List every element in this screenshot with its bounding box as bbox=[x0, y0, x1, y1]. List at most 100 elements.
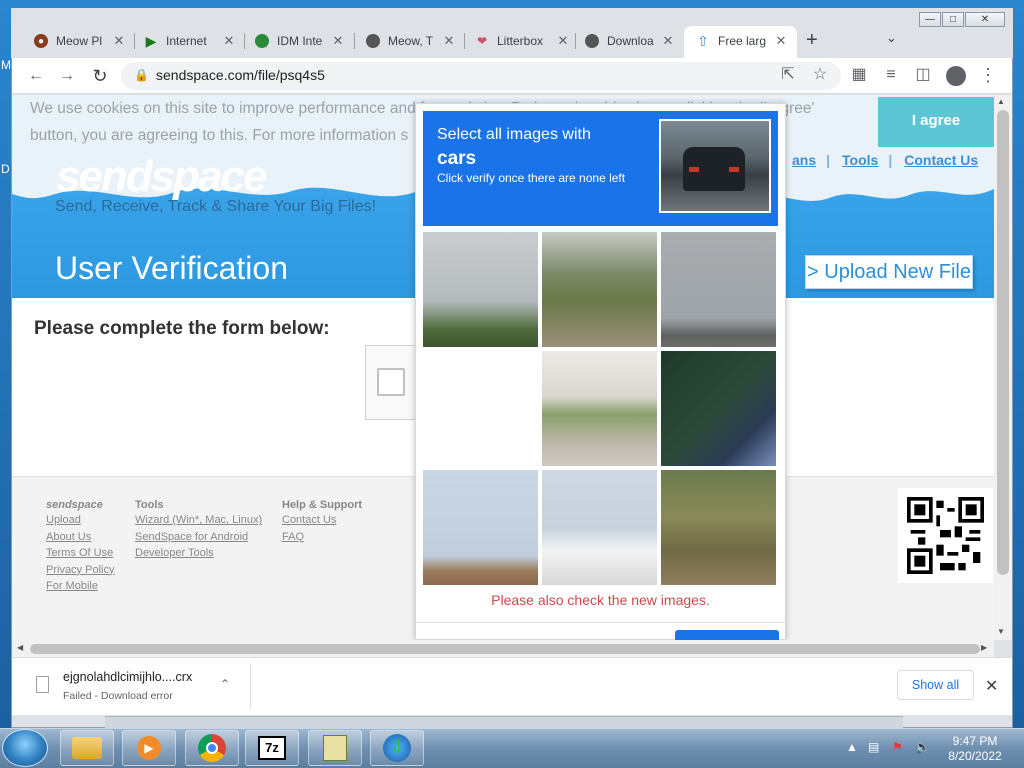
tab-litterbox[interactable]: ❤ Litterbox ✕ bbox=[475, 30, 570, 52]
close-window-button[interactable]: ✕ bbox=[965, 12, 1005, 27]
tab-title: Meow Pl bbox=[56, 34, 103, 48]
upload-arrow-icon: ⇧ bbox=[697, 32, 709, 49]
scroll-left-arrow-icon[interactable]: ◀ bbox=[17, 643, 23, 652]
footer-link-terms[interactable]: Terms Of Use bbox=[46, 545, 114, 562]
close-tab-icon[interactable]: ✕ bbox=[661, 33, 675, 49]
system-clock[interactable]: 9:47 PM 8/20/2022 bbox=[940, 734, 1010, 764]
agree-button[interactable]: I agree bbox=[878, 97, 994, 147]
scroll-up-arrow-icon[interactable]: ▲ bbox=[997, 97, 1005, 106]
footer-link-developer[interactable]: Developer Tools bbox=[135, 545, 262, 562]
close-tab-icon[interactable]: ✕ bbox=[222, 33, 236, 49]
menu-kebab-icon[interactable]: ⋮ bbox=[976, 63, 1000, 87]
bookmark-star-icon[interactable]: ☆ bbox=[808, 63, 832, 87]
tab-meow-t[interactable]: Meow, T ✕ bbox=[366, 30, 456, 52]
paw-icon: ● bbox=[34, 34, 48, 48]
tab-internet[interactable]: ▶ Internet ✕ bbox=[144, 30, 236, 52]
globe-icon bbox=[585, 34, 599, 48]
taskbar-media-player[interactable]: ▶ bbox=[122, 730, 176, 766]
captcha-tile[interactable] bbox=[542, 232, 657, 347]
share-icon[interactable]: ⇱ bbox=[776, 63, 800, 87]
footer-link-upload[interactable]: Upload bbox=[46, 512, 114, 529]
footer-heading: Help & Support bbox=[282, 499, 363, 511]
captcha-checkbox[interactable] bbox=[377, 368, 405, 396]
window-bottom-bar bbox=[105, 716, 903, 728]
tab-idm[interactable]: IDM Inte ✕ bbox=[255, 30, 345, 52]
extensions-puzzle-icon[interactable]: ▦ bbox=[847, 63, 871, 87]
captcha-tile[interactable] bbox=[423, 232, 538, 347]
minimize-button[interactable]: — bbox=[919, 12, 941, 27]
network-icon[interactable]: ▤ bbox=[868, 740, 879, 754]
tab-meow-pl[interactable]: ● Meow Pl ✕ bbox=[34, 30, 126, 52]
footer-heading: Tools bbox=[135, 499, 164, 511]
footer-link-about[interactable]: About Us bbox=[46, 529, 114, 546]
captcha-tile[interactable] bbox=[661, 232, 776, 347]
tab-search-chevron-icon[interactable]: ⌄ bbox=[886, 30, 897, 46]
captcha-target: cars bbox=[437, 148, 477, 169]
close-tab-icon[interactable]: ✕ bbox=[331, 33, 345, 49]
close-tab-icon[interactable]: ✕ bbox=[556, 33, 570, 49]
captcha-tile[interactable] bbox=[661, 470, 776, 585]
url-text[interactable]: sendspace.com/file/psq4s5 bbox=[156, 67, 325, 83]
taskbar-7zip[interactable]: 7z bbox=[245, 730, 299, 766]
close-download-shelf-icon[interactable]: ✕ bbox=[985, 676, 998, 696]
tab-separator bbox=[464, 33, 465, 49]
close-tab-icon[interactable]: ✕ bbox=[442, 33, 456, 49]
forward-arrow-icon[interactable]: → bbox=[55, 64, 79, 88]
footer-link-privacy[interactable]: Privacy Policy bbox=[46, 562, 114, 579]
footer-link-mobile[interactable]: For Mobile bbox=[46, 578, 114, 595]
tab-title: IDM Inte bbox=[277, 34, 323, 48]
nav-link-contact[interactable]: Contact Us bbox=[904, 152, 978, 168]
maximize-button[interactable]: □ bbox=[942, 12, 964, 27]
tab-title: Downloa bbox=[607, 34, 654, 48]
new-tab-button[interactable]: + bbox=[806, 29, 818, 52]
sendspace-logo[interactable]: sendspace bbox=[56, 152, 267, 202]
download-filename[interactable]: ejgnolahdlcimijhlo....crx bbox=[63, 670, 192, 684]
start-button[interactable] bbox=[2, 729, 48, 767]
taskbar-chrome[interactable] bbox=[185, 730, 239, 766]
footer-link-android[interactable]: SendSpace for Android bbox=[135, 529, 262, 546]
play-icon: ▶ bbox=[145, 32, 157, 49]
footer-link-wizard[interactable]: Wizard (Win*, Mac, Linux) bbox=[135, 512, 262, 529]
nav-link-tools[interactable]: Tools bbox=[842, 152, 878, 168]
chevron-up-icon[interactable]: ⌃ bbox=[220, 677, 230, 691]
tab-free-large[interactable]: ⇧ Free larg ✕ bbox=[696, 30, 788, 52]
close-tab-icon[interactable]: ✕ bbox=[774, 33, 788, 49]
qr-code-image bbox=[907, 497, 984, 574]
media-queue-icon[interactable]: ≡ bbox=[879, 63, 903, 87]
captcha-tile-loading[interactable] bbox=[423, 351, 538, 466]
captcha-tile[interactable] bbox=[661, 351, 776, 466]
action-center-flag-icon[interactable]: ⚑ bbox=[892, 740, 903, 754]
captcha-tile[interactable] bbox=[423, 470, 538, 585]
taskbar-app[interactable] bbox=[308, 730, 362, 766]
side-panel-icon[interactable]: ◫ bbox=[911, 63, 935, 87]
captcha-tile[interactable] bbox=[542, 351, 657, 466]
volume-icon[interactable]: 🔈 bbox=[915, 740, 930, 754]
desktop-icon-label: M bbox=[1, 58, 11, 72]
show-all-downloads-button[interactable]: Show all bbox=[897, 670, 974, 700]
tab-download[interactable]: Downloa ✕ bbox=[585, 30, 675, 52]
horizontal-scroll-thumb[interactable] bbox=[30, 644, 980, 654]
close-tab-icon[interactable]: ✕ bbox=[112, 33, 126, 49]
upload-new-file-button[interactable]: > Upload New File bbox=[805, 255, 973, 289]
taskbar-idm[interactable]: ⇓ bbox=[370, 730, 424, 766]
reload-icon[interactable]: ↻ bbox=[88, 64, 112, 88]
profile-avatar-icon[interactable] bbox=[946, 66, 966, 86]
footer-link-faq[interactable]: FAQ bbox=[282, 529, 362, 546]
scroll-down-arrow-icon[interactable]: ▼ bbox=[997, 627, 1005, 636]
tray-expand-icon[interactable]: ▲ bbox=[846, 740, 858, 754]
scroll-right-arrow-icon[interactable]: ▶ bbox=[981, 643, 987, 652]
nav-link-plans[interactable]: ans bbox=[792, 152, 816, 168]
media-player-icon: ▶ bbox=[137, 736, 161, 760]
captcha-tile[interactable] bbox=[542, 470, 657, 585]
taskbar-explorer[interactable] bbox=[60, 730, 114, 766]
tab-title: Litterbox bbox=[497, 34, 544, 48]
footer-link-contact[interactable]: Contact Us bbox=[282, 512, 362, 529]
back-arrow-icon[interactable]: ← bbox=[24, 64, 48, 88]
tab-separator bbox=[575, 33, 576, 49]
captcha-instruction: Select all images with bbox=[437, 126, 591, 143]
qr-code bbox=[898, 488, 993, 583]
footer-heading: sendspace bbox=[46, 499, 103, 511]
vertical-scroll-thumb[interactable] bbox=[997, 110, 1009, 575]
captcha-divider bbox=[416, 622, 785, 623]
sevenzip-icon: 7z bbox=[258, 736, 286, 760]
